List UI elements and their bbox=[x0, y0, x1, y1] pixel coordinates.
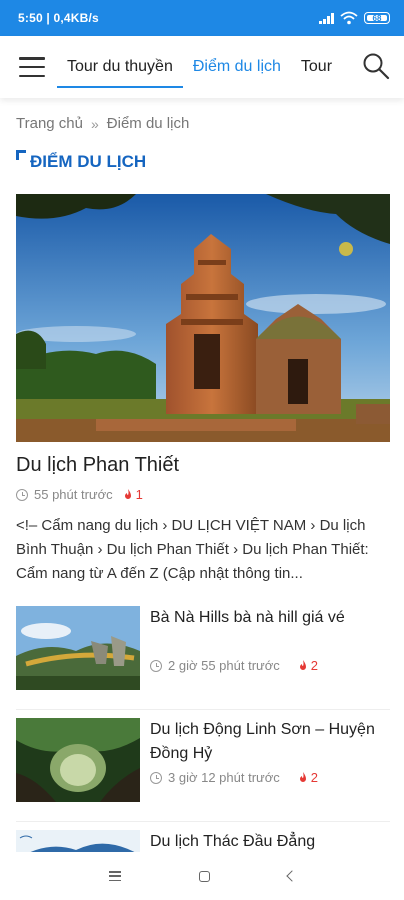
featured-excerpt: <!– Cẩm nang du lịch › DU LỊCH VIỆT NAM … bbox=[16, 517, 369, 582]
article-views-count: 2 bbox=[310, 770, 318, 785]
status-icons: 68 bbox=[319, 11, 390, 25]
article-meta: 2 giờ 55 phút trước 2 bbox=[150, 658, 318, 673]
category-tabs: Tour du thuyền Điểm du lịch Tour bbox=[57, 36, 349, 98]
featured-image[interactable] bbox=[16, 194, 390, 442]
signal-icon bbox=[319, 12, 334, 24]
article-views: 2 bbox=[298, 770, 318, 785]
featured-time: 55 phút trước bbox=[34, 487, 113, 502]
clock-icon bbox=[16, 488, 28, 501]
featured-title[interactable]: Du lịch Phan Thiết bbox=[16, 452, 390, 478]
article-thumbnail[interactable] bbox=[16, 606, 140, 690]
battery-icon: 68 bbox=[364, 12, 390, 24]
tab-tour[interactable]: Tour bbox=[291, 36, 342, 98]
hamburger-icon[interactable] bbox=[19, 57, 45, 77]
article-thumbnail[interactable] bbox=[16, 718, 140, 802]
section-title: ĐIỂM DU LỊCH bbox=[16, 150, 390, 174]
breadcrumb-current: Điểm du lịch bbox=[106, 115, 190, 132]
article-views-count: 2 bbox=[310, 658, 318, 673]
featured-meta: 55 phút trước 1 bbox=[16, 487, 390, 502]
article-views: 2 bbox=[298, 658, 318, 673]
top-navbar: Tour du thuyền Điểm du lịch Tour bbox=[0, 36, 404, 98]
recent-apps-icon[interactable] bbox=[108, 871, 121, 881]
tab-diem-du-lich[interactable]: Điểm du lịch bbox=[183, 36, 291, 98]
fire-icon bbox=[299, 771, 306, 782]
article-time: 3 giờ 12 phút trước bbox=[168, 770, 280, 785]
article-meta: 3 giờ 12 phút trước 2 bbox=[150, 770, 318, 785]
list-item[interactable]: Bà Nà Hills bà nà hill giá vé 2 giờ 55 p… bbox=[16, 598, 390, 710]
breadcrumb-separator: » bbox=[90, 115, 99, 132]
back-icon[interactable] bbox=[285, 870, 298, 882]
featured-views: 1 bbox=[123, 487, 143, 502]
system-nav-bar bbox=[0, 852, 404, 900]
status-time-speed: 5:50 | 0,4KB/s bbox=[18, 11, 99, 25]
article-title[interactable]: Bà Nà Hills bà nà hill giá vé bbox=[150, 606, 390, 630]
article-title[interactable]: Du lịch Thác Đầu Đẳng bbox=[150, 830, 390, 854]
featured-views-count: 1 bbox=[135, 487, 143, 502]
battery-level: 68 bbox=[372, 13, 382, 23]
fire-icon bbox=[299, 659, 306, 670]
clock-icon bbox=[150, 659, 162, 672]
home-icon[interactable] bbox=[198, 870, 210, 882]
status-bar: 5:50 | 0,4KB/s 68 bbox=[0, 0, 404, 36]
article-time: 2 giờ 55 phút trước bbox=[168, 658, 280, 673]
article-title[interactable]: Du lịch Động Linh Sơn – Huyện Đồng Hỷ bbox=[150, 718, 390, 766]
fire-icon bbox=[124, 488, 131, 499]
breadcrumb: Trang chủ » Điểm du lịch bbox=[16, 115, 390, 132]
tab-tour-du-thuyen[interactable]: Tour du thuyền bbox=[57, 36, 183, 98]
wifi-icon bbox=[340, 11, 358, 25]
corner-bracket-icon bbox=[16, 150, 26, 160]
clock-icon bbox=[150, 771, 162, 784]
article-body: Bà Nà Hills bà nà hill giá vé 2 giờ 55 p… bbox=[150, 606, 390, 709]
breadcrumb-home[interactable]: Trang chủ bbox=[16, 115, 83, 132]
main-content: Trang chủ » Điểm du lịch ĐIỂM DU LỊCH Du… bbox=[16, 98, 390, 900]
search-icon[interactable] bbox=[362, 52, 390, 80]
article-body: Du lịch Động Linh Sơn – Huyện Đồng Hỷ 3 … bbox=[150, 718, 390, 821]
list-item[interactable]: Du lịch Động Linh Sơn – Huyện Đồng Hỷ 3 … bbox=[16, 710, 390, 822]
section-title-text: ĐIỂM DU LỊCH bbox=[30, 152, 147, 171]
